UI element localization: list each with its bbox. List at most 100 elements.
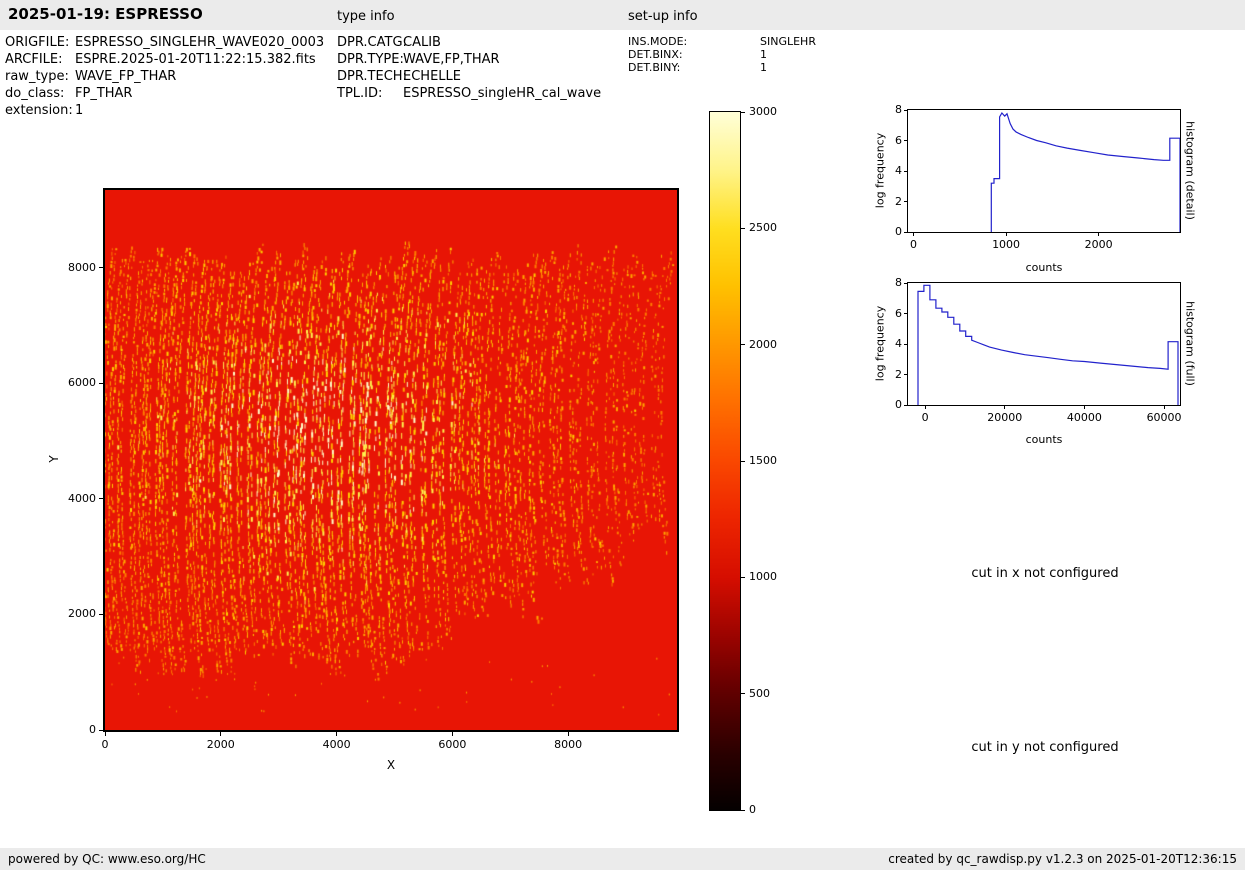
raw-image-canvas (105, 190, 677, 730)
meta-value: ECHELLE (403, 69, 461, 84)
y-tick-mark (904, 140, 907, 141)
y-tick-label: 4000 (48, 492, 96, 505)
y-tick-label: 6 (887, 134, 902, 147)
x-tick-label: 4000 (312, 738, 362, 751)
meta-row: INS.MODE:SINGLEHR (628, 35, 816, 48)
x-tick-label: 20000 (975, 411, 1035, 424)
y-tick-mark (99, 614, 103, 615)
colorbar-tick-mark (741, 810, 745, 811)
meta-row: DET.BINY:1 (628, 61, 816, 74)
colorbar-tick-label: 2500 (749, 221, 777, 234)
meta-label: DPR.CATG: (337, 34, 403, 51)
x-tick-mark (1164, 406, 1165, 409)
meta-label: DET.BINX: (628, 48, 760, 61)
meta-label: ORIGFILE: (5, 34, 75, 51)
cut-x-note: cut in x not configured (935, 566, 1155, 581)
histogram-detail-ylabel: log frequency (874, 126, 887, 216)
meta-label: DPR.TYPE: (337, 51, 403, 68)
meta-label: INS.MODE: (628, 35, 760, 48)
x-tick-mark (220, 732, 221, 736)
meta-label: do_class: (5, 85, 75, 102)
setup-info-heading: set-up info (628, 9, 698, 24)
header-bar: 2025-01-19: ESPRESSO type info set-up in… (0, 0, 1245, 30)
y-tick-mark (904, 405, 907, 406)
y-tick-label: 8 (887, 276, 902, 289)
x-tick-mark (452, 732, 453, 736)
y-tick-mark (904, 110, 907, 111)
meta-row: ARCFILE:ESPRE.2025-01-20T11:22:15.382.fi… (5, 51, 324, 68)
y-tick-mark (904, 374, 907, 375)
histogram-line (991, 113, 1180, 232)
x-tick-label: 0 (884, 238, 944, 251)
meta-row: extension:1 (5, 102, 324, 119)
page-title: 2025-01-19: ESPRESSO (8, 5, 203, 23)
x-tick-mark (1006, 233, 1007, 236)
histogram-full-xlabel: counts (994, 433, 1094, 446)
x-tick-mark (925, 406, 926, 409)
x-tick-mark (913, 233, 914, 236)
y-tick-label: 8000 (48, 261, 96, 274)
histogram-detail-axes (907, 109, 1181, 233)
y-tick-label: 2 (887, 368, 902, 381)
meta-value: SINGLEHR (760, 35, 816, 48)
colorbar-tick-label: 1000 (749, 570, 777, 583)
meta-value: 1 (760, 48, 767, 61)
colorbar-tick-label: 2000 (749, 338, 777, 351)
meta-label: DPR.TECH: (337, 68, 403, 85)
meta-label: raw_type: (5, 68, 75, 85)
meta-value: ESPRE.2025-01-20T11:22:15.382.fits (75, 52, 316, 67)
x-tick-mark (1098, 233, 1099, 236)
meta-row: TPL.ID:ESPRESSO_singleHR_cal_wave (337, 85, 601, 102)
meta-value: WAVE_FP_THAR (75, 69, 176, 84)
type-info-metadata: DPR.CATG:CALIB DPR.TYPE:WAVE,FP,THAR DPR… (337, 34, 601, 102)
y-tick-mark (904, 171, 907, 172)
x-tick-mark (336, 732, 337, 736)
x-tick-label: 0 (895, 411, 955, 424)
meta-label: DET.BINY: (628, 61, 760, 74)
y-tick-mark (99, 730, 103, 731)
meta-row: DET.BINX:1 (628, 48, 816, 61)
x-tick-label: 2000 (1069, 238, 1129, 251)
x-tick-label: 2000 (196, 738, 246, 751)
histogram-full-title: histogram (full) (1184, 279, 1197, 409)
y-tick-mark (99, 267, 103, 268)
y-tick-label: 0 (48, 723, 96, 736)
x-tick-label: 40000 (1054, 411, 1114, 424)
qc-report-page: 2025-01-19: ESPRESSO type info set-up in… (0, 0, 1245, 870)
histogram-line (918, 285, 1178, 405)
histogram-full-axes (907, 282, 1181, 406)
y-tick-mark (904, 201, 907, 202)
y-tick-mark (904, 313, 907, 314)
colorbar-tick-label: 0 (749, 803, 756, 816)
type-info-heading: type info (337, 9, 395, 24)
meta-label: extension: (5, 102, 75, 119)
colorbar-tick-label: 3000 (749, 105, 777, 118)
meta-value: ESPRESSO_singleHR_cal_wave (403, 86, 601, 101)
x-tick-mark (1084, 406, 1085, 409)
meta-row: do_class:FP_THAR (5, 85, 324, 102)
y-tick-mark (904, 344, 907, 345)
x-tick-label: 0 (80, 738, 130, 751)
y-tick-label: 6000 (48, 376, 96, 389)
colorbar-tick-mark (741, 228, 745, 229)
y-tick-label: 4 (887, 337, 902, 350)
y-tick-mark (904, 232, 907, 233)
x-tick-label: 1000 (976, 238, 1036, 251)
histogram-full-plot (908, 283, 1180, 405)
x-tick-mark (105, 732, 106, 736)
colorbar-tick-mark (741, 344, 745, 345)
footer-qc-link[interactable]: powered by QC: www.eso.org/HC (8, 852, 206, 866)
raw-image-axes (103, 188, 679, 732)
meta-row: DPR.TECH:ECHELLE (337, 68, 601, 85)
colorbar (709, 111, 741, 811)
meta-row: DPR.CATG:CALIB (337, 34, 601, 51)
colorbar-tick-label: 1500 (749, 454, 777, 467)
meta-value: ESPRESSO_SINGLEHR_WAVE020_0003 (75, 35, 324, 50)
colorbar-tick-mark (741, 577, 745, 578)
histogram-detail-title: histogram (detail) (1184, 106, 1197, 236)
x-tick-label: 8000 (543, 738, 593, 751)
y-tick-mark (904, 283, 907, 284)
y-tick-label: 4 (887, 164, 902, 177)
y-tick-label: 0 (887, 225, 902, 238)
meta-row: ORIGFILE:ESPRESSO_SINGLEHR_WAVE020_0003 (5, 34, 324, 51)
